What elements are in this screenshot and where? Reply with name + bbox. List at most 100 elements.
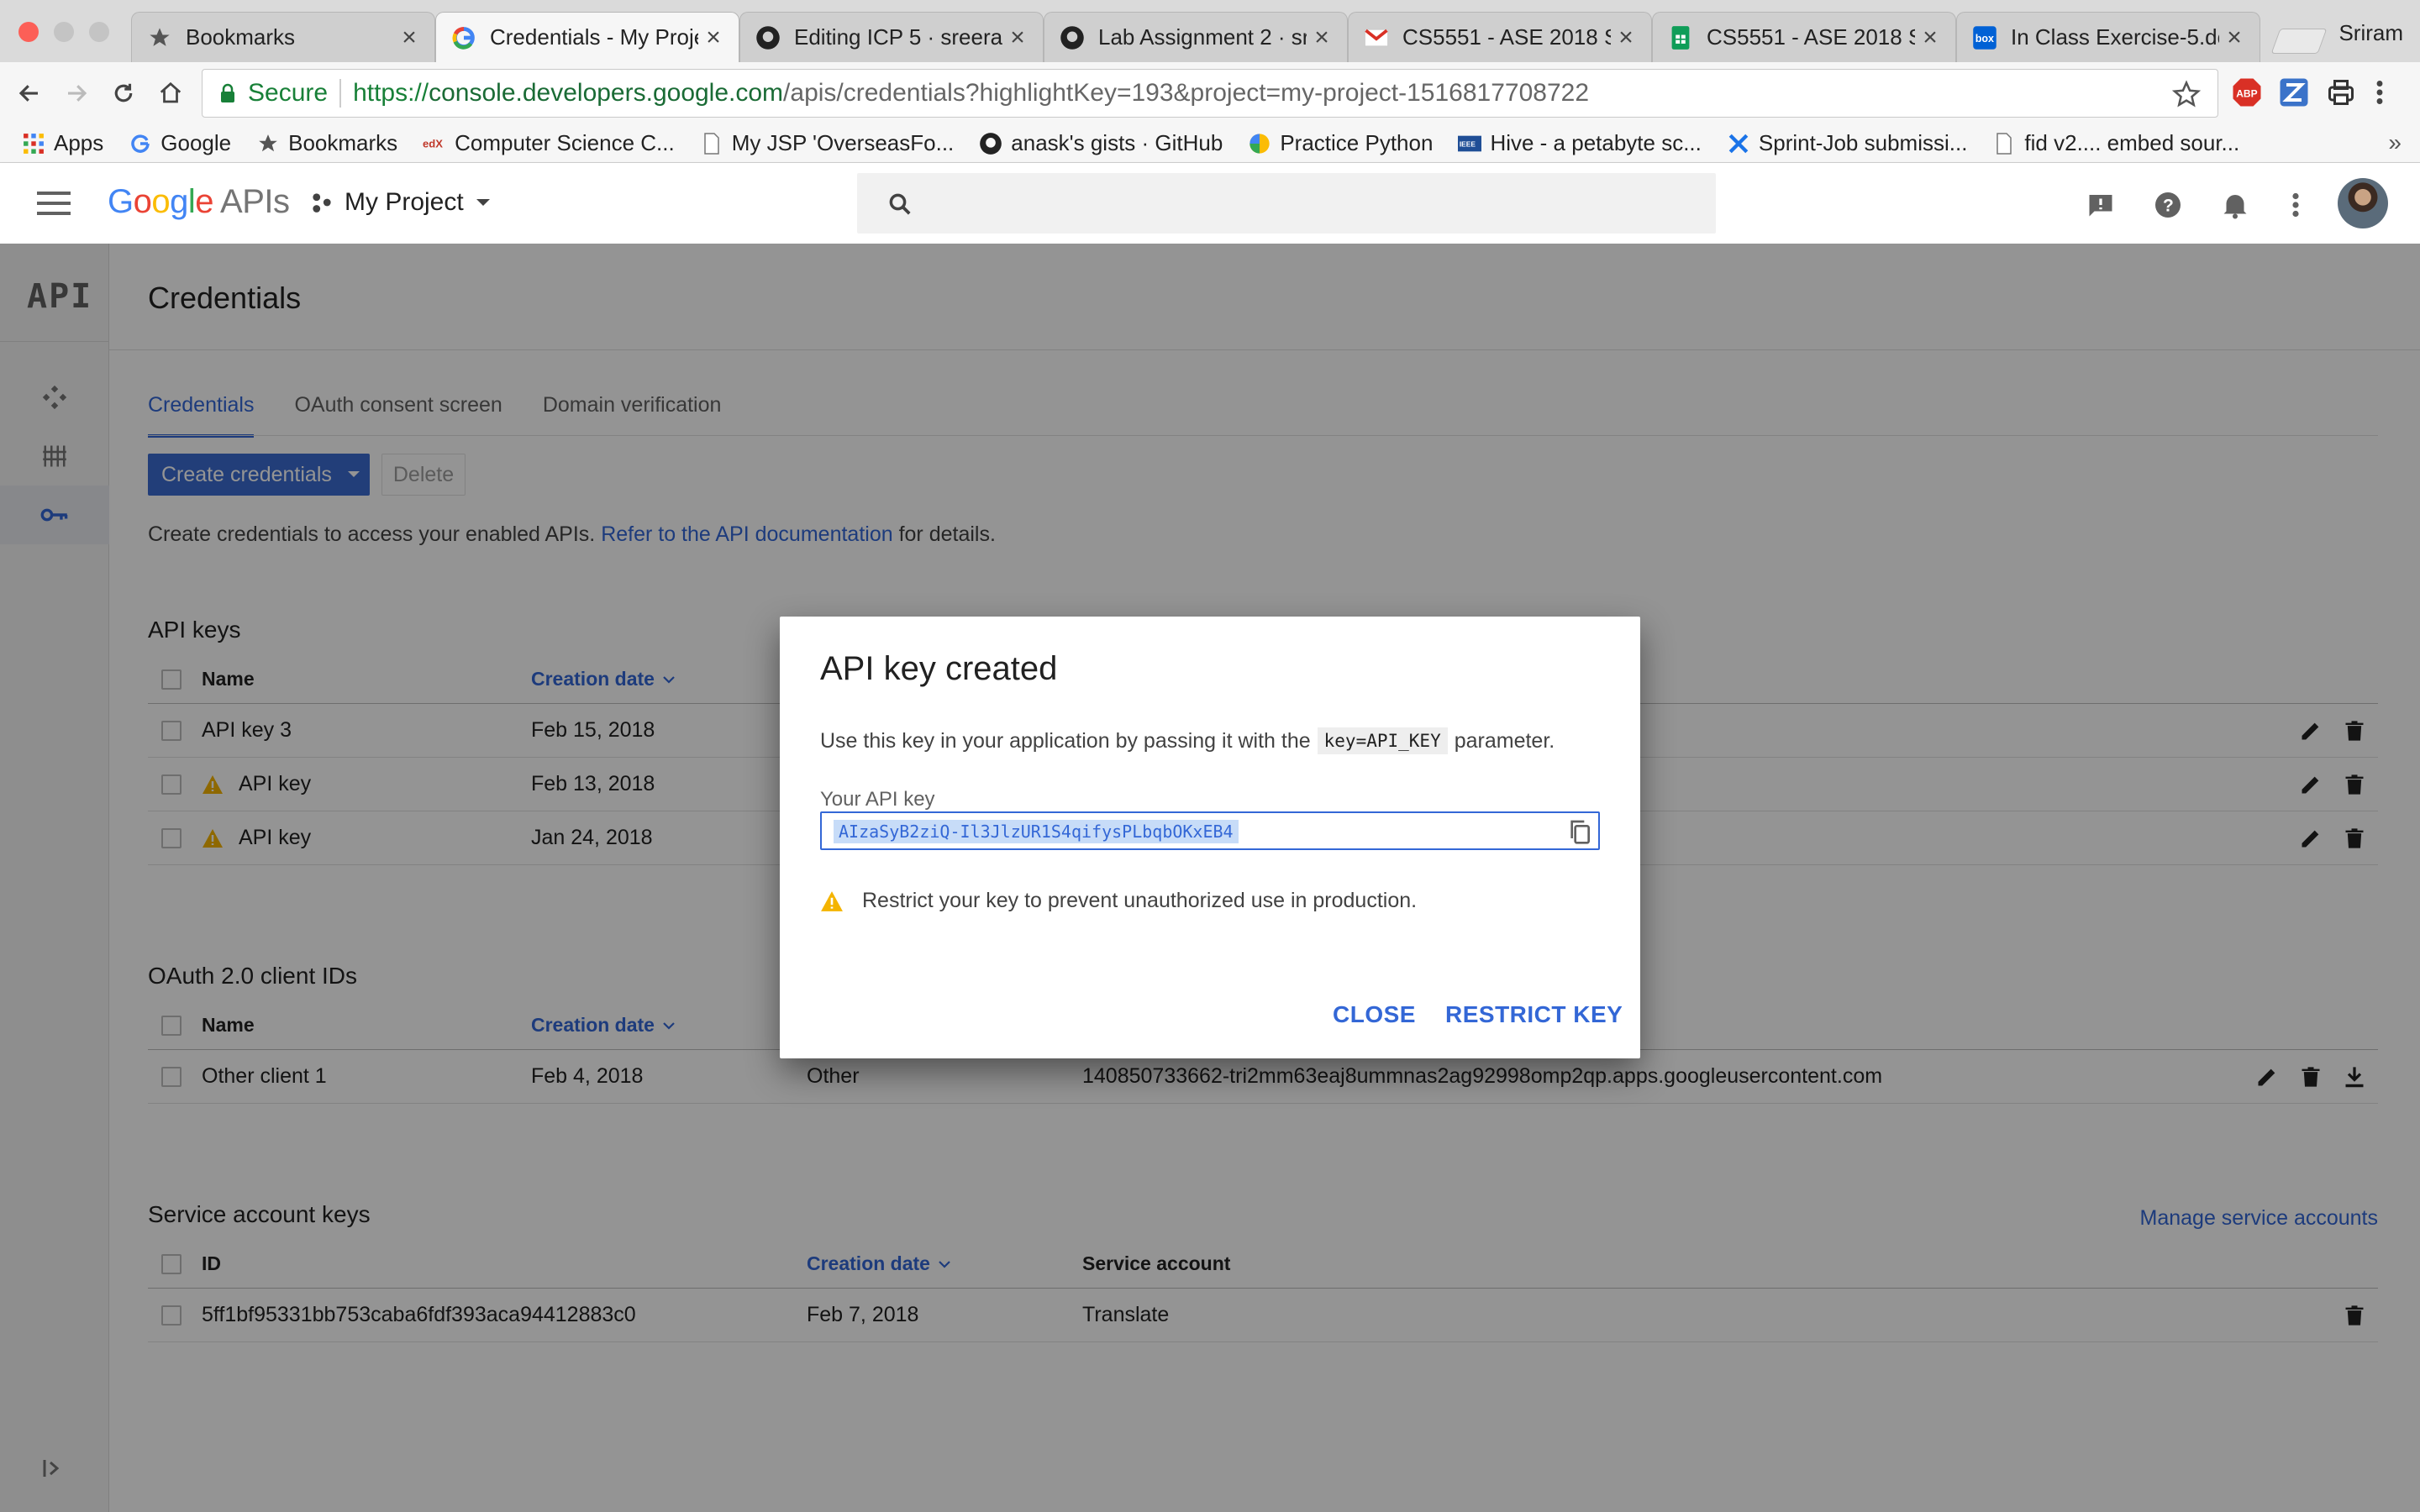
bookmark-label: Sprint-Job submissi... — [1758, 130, 1968, 155]
chrome-menu-icon[interactable] — [2375, 77, 2407, 109]
api-key-field[interactable]: AIzaSyB2ziQ-Il3JlzUR1S4qifysPLbqbOKxEB4 — [820, 811, 1600, 850]
profile-name[interactable]: Sriram — [2338, 20, 2403, 46]
bookmark-google[interactable]: Google — [129, 130, 231, 156]
zotero-icon[interactable] — [2279, 77, 2311, 109]
bookmark-label: Hive - a petabyte sc... — [1490, 130, 1702, 155]
bookmark-fid[interactable]: fid v2.... embed sour... — [1992, 130, 2239, 156]
print-extension-icon[interactable] — [2326, 77, 2358, 109]
bookmark-practice-python[interactable]: Practice Python — [1248, 130, 1433, 156]
window-close-button[interactable] — [18, 22, 39, 42]
close-tab-icon[interactable]: × — [399, 24, 419, 52]
restrict-key-button[interactable]: RESTRICT KEY — [1445, 1001, 1623, 1028]
chevron-down-icon — [476, 197, 491, 207]
back-arrow-icon[interactable] — [13, 77, 45, 109]
dialog-title: API key created — [820, 650, 1058, 687]
api-key-value[interactable]: AIzaSyB2ziQ-Il3JlzUR1S4qifysPLbqbOKxEB4 — [834, 820, 1239, 843]
browser-tab[interactable]: box In Class Exercise-5.do × — [1956, 12, 2260, 62]
copy-clipboard-icon[interactable] — [1566, 818, 1593, 845]
bookmark-label: fid v2.... embed sour... — [2024, 130, 2240, 155]
page-icon — [1992, 132, 2016, 155]
bookmark-hive[interactable]: IEEE Hive - a petabyte sc... — [1458, 130, 1702, 156]
github-icon — [979, 132, 1002, 155]
edx-icon: edX — [423, 132, 446, 155]
logo-apis: APIs — [220, 183, 290, 220]
feedback-icon[interactable] — [2086, 190, 2116, 220]
hamburger-menu-icon[interactable] — [37, 192, 71, 215]
tab-title: In Class Exercise-5.do — [2011, 24, 2219, 50]
more-vert-icon[interactable] — [2291, 190, 2321, 220]
apps-grid-icon — [22, 132, 45, 155]
star-icon — [256, 132, 280, 155]
user-avatar[interactable] — [2338, 178, 2388, 228]
browser-tab-active[interactable]: Credentials - My Proje × — [435, 12, 739, 62]
bookmark-sprint-job[interactable]: Sprint-Job submissi... — [1727, 130, 1968, 156]
window-zoom-button[interactable] — [89, 22, 109, 42]
bookmark-label: Computer Science C... — [455, 130, 675, 155]
browser-tab[interactable]: CS5551 - ASE 2018 Sp × — [1652, 12, 1956, 62]
page-icon — [700, 132, 723, 155]
dialog-code: key=API_KEY — [1317, 727, 1448, 754]
secure-indicator[interactable]: Secure — [219, 79, 328, 108]
tab-title: CS5551 - ASE 2018 Sp — [1402, 24, 1611, 50]
svg-text:IEEE: IEEE — [1460, 139, 1476, 148]
browser-toolbar: Secure https:// console.developers.googl… — [0, 62, 2420, 124]
warning-triangle-icon — [820, 890, 844, 912]
close-tab-icon[interactable]: × — [1920, 24, 1940, 52]
bookmark-gists[interactable]: anask's gists · GitHub — [979, 130, 1223, 156]
google-g-icon — [129, 132, 152, 155]
ieee-icon: IEEE — [1458, 132, 1482, 155]
bookmark-jsp[interactable]: My JSP 'OverseasFo... — [700, 130, 955, 156]
project-dots-icon — [309, 190, 334, 215]
sheets-icon — [1668, 25, 1693, 50]
browser-tab[interactable]: Bookmarks × — [131, 12, 435, 62]
bookmark-label: Apps — [54, 130, 104, 155]
project-selector[interactable]: My Project — [309, 188, 491, 217]
browser-tab[interactable]: Editing ICP 5 · sreeram × — [739, 12, 1044, 62]
address-bar[interactable]: Secure https:// console.developers.googl… — [202, 69, 2218, 118]
url-scheme: https:// — [353, 79, 429, 107]
bookmark-bookmarks[interactable]: Bookmarks — [256, 130, 397, 156]
search-icon — [887, 192, 913, 217]
restrict-warning: Restrict your key to prevent unauthorize… — [820, 889, 1417, 913]
lock-icon — [219, 83, 236, 103]
svg-text:edX: edX — [423, 137, 443, 150]
gmail-icon — [1364, 25, 1389, 50]
python-icon — [1248, 132, 1271, 155]
adblock-icon[interactable]: ABP — [2232, 77, 2264, 109]
help-icon[interactable]: ? — [2153, 190, 2183, 220]
bookmark-apps[interactable]: Apps — [22, 130, 103, 156]
divider — [339, 79, 342, 108]
restrict-warning-text: Restrict your key to prevent unauthorize… — [862, 889, 1418, 912]
close-tab-icon[interactable]: × — [1616, 24, 1636, 52]
dialog-text-after: parameter. — [1454, 728, 1555, 753]
bookmark-star-icon[interactable] — [2172, 80, 2201, 108]
close-tab-icon[interactable]: × — [1007, 24, 1028, 52]
notifications-bell-icon[interactable] — [2220, 190, 2250, 220]
window-minimize-button[interactable] — [54, 22, 74, 42]
bookmark-label: Practice Python — [1280, 130, 1434, 155]
new-tab-button[interactable] — [2270, 29, 2328, 54]
dialog-text-before: Use this key in your application by pass… — [820, 728, 1311, 753]
svg-text:?: ? — [2163, 197, 2174, 216]
project-name: My Project — [345, 188, 464, 216]
search-input[interactable] — [857, 173, 1716, 234]
google-apis-logo[interactable]: Google APIs — [108, 183, 290, 221]
x-icon — [1727, 132, 1750, 155]
bookmark-cs-course[interactable]: edX Computer Science C... — [423, 130, 675, 156]
browser-tab[interactable]: Lab Assignment 2 · sre × — [1044, 12, 1348, 62]
bookmark-label: Google — [160, 130, 232, 155]
close-tab-icon[interactable]: × — [1312, 24, 1332, 52]
bookmarks-bar: Apps Google Bookmarks edX Computer Scien… — [0, 124, 2420, 163]
home-icon[interactable] — [155, 77, 187, 109]
app-header: Google APIs My Project ? — [0, 163, 2420, 244]
bookmark-label: My JSP 'OverseasFo... — [731, 130, 955, 155]
forward-arrow-icon[interactable] — [60, 77, 92, 109]
bookmarks-overflow-icon[interactable]: » — [2388, 129, 2402, 156]
tab-title: Credentials - My Proje — [490, 24, 698, 50]
api-key-created-dialog: API key created Use this key in your app… — [780, 617, 1640, 1058]
reload-icon[interactable] — [108, 77, 139, 109]
close-tab-icon[interactable]: × — [703, 24, 723, 52]
close-button[interactable]: CLOSE — [1333, 1001, 1416, 1028]
browser-tab[interactable]: CS5551 - ASE 2018 Sp × — [1348, 12, 1652, 62]
close-tab-icon[interactable]: × — [2224, 24, 2244, 52]
